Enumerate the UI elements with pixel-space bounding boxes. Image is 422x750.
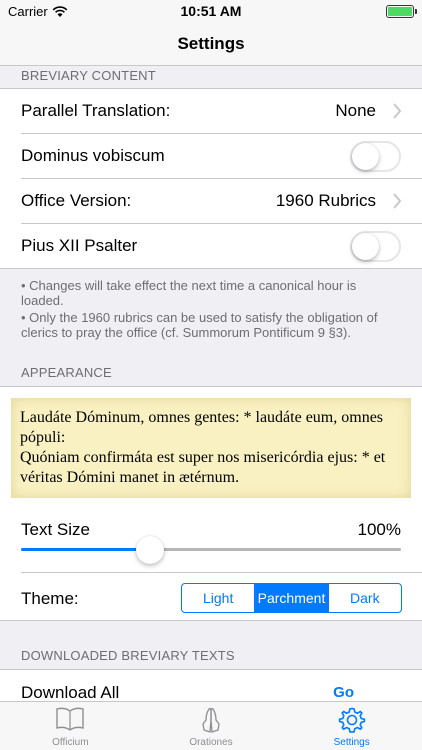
download-all-go-button[interactable]: Go (333, 684, 354, 701)
preview-line-1: Laudáte Dóminum, omnes gentes: * laudáte… (20, 409, 384, 446)
tab-settings[interactable]: Settings (281, 702, 422, 750)
slider-thumb[interactable] (136, 536, 165, 564)
gear-icon (338, 707, 365, 733)
dominus-vobiscum-toggle[interactable] (350, 141, 401, 172)
pius-psalter-row: Pius XII Psalter (0, 224, 422, 268)
theme-label: Theme: (21, 589, 79, 608)
office-version-label: Office Version: (21, 191, 132, 210)
parallel-translation-label: Parallel Translation: (21, 101, 171, 120)
navigation-bar: Settings (0, 22, 422, 66)
slider-fill (21, 548, 151, 551)
tab-label-orationes: Orationes (189, 737, 233, 748)
download-all-label: Download All (21, 683, 120, 702)
theme-option-light[interactable]: Light (182, 584, 254, 612)
theme-segmented-control[interactable]: Light Parchment Dark (181, 583, 402, 613)
tab-bar: Officium Orationes Settings (0, 701, 422, 750)
preview-line-2: Quóniam confirmáta est super nos miseric… (20, 449, 386, 486)
tab-officium[interactable]: Officium (0, 702, 141, 750)
tab-label-settings: Settings (333, 737, 370, 748)
text-size-row: Text Size 100% (0, 508, 422, 552)
section-header-breviary-content: BREVIARY CONTENT (21, 68, 156, 83)
parallel-translation-row[interactable]: Parallel Translation: None (0, 89, 422, 133)
praying-hands-icon (202, 707, 220, 733)
pius-psalter-label: Pius XII Psalter (21, 236, 138, 255)
pius-psalter-toggle[interactable] (350, 231, 401, 262)
chevron-right-icon (393, 103, 402, 119)
breviary-footnote-2: • Only the 1960 rubrics can be used to s… (21, 310, 378, 340)
tab-label-officium: Officium (52, 737, 89, 748)
toggle-knob (352, 143, 379, 170)
dominus-vobiscum-row: Dominus vobiscum (0, 134, 422, 178)
battery-icon (386, 5, 417, 18)
parallel-translation-value: None (335, 101, 376, 120)
section-header-downloads: DOWNLOADED BREVIARY TEXTS (21, 648, 235, 663)
book-icon (56, 707, 85, 731)
section-header-appearance: APPEARANCE (21, 365, 112, 380)
text-size-label: Text Size (21, 520, 90, 539)
theme-option-parchment[interactable]: Parchment (254, 584, 328, 612)
clock: 10:51 AM (180, 3, 242, 19)
toggle-knob (352, 233, 379, 260)
tab-orationes[interactable]: Orationes (141, 702, 282, 750)
text-size-value: 100% (357, 520, 401, 539)
office-version-value: 1960 Rubrics (275, 191, 376, 210)
text-preview: Laudáte Dóminum, omnes gentes: * laudáte… (11, 398, 411, 498)
status-bar: Carrier 10:51 AM (0, 0, 422, 22)
theme-option-dark[interactable]: Dark (327, 584, 401, 612)
breviary-content-group: Parallel Translation: None Dominus vobis… (0, 88, 422, 269)
page-title: Settings (177, 34, 245, 53)
dominus-vobiscum-label: Dominus vobiscum (21, 146, 165, 165)
breviary-footnote-1: • Changes will take effect the next time… (21, 278, 357, 308)
office-version-row[interactable]: Office Version: 1960 Rubrics (0, 179, 422, 223)
chevron-right-icon (393, 193, 402, 209)
text-size-slider[interactable] (21, 548, 401, 551)
